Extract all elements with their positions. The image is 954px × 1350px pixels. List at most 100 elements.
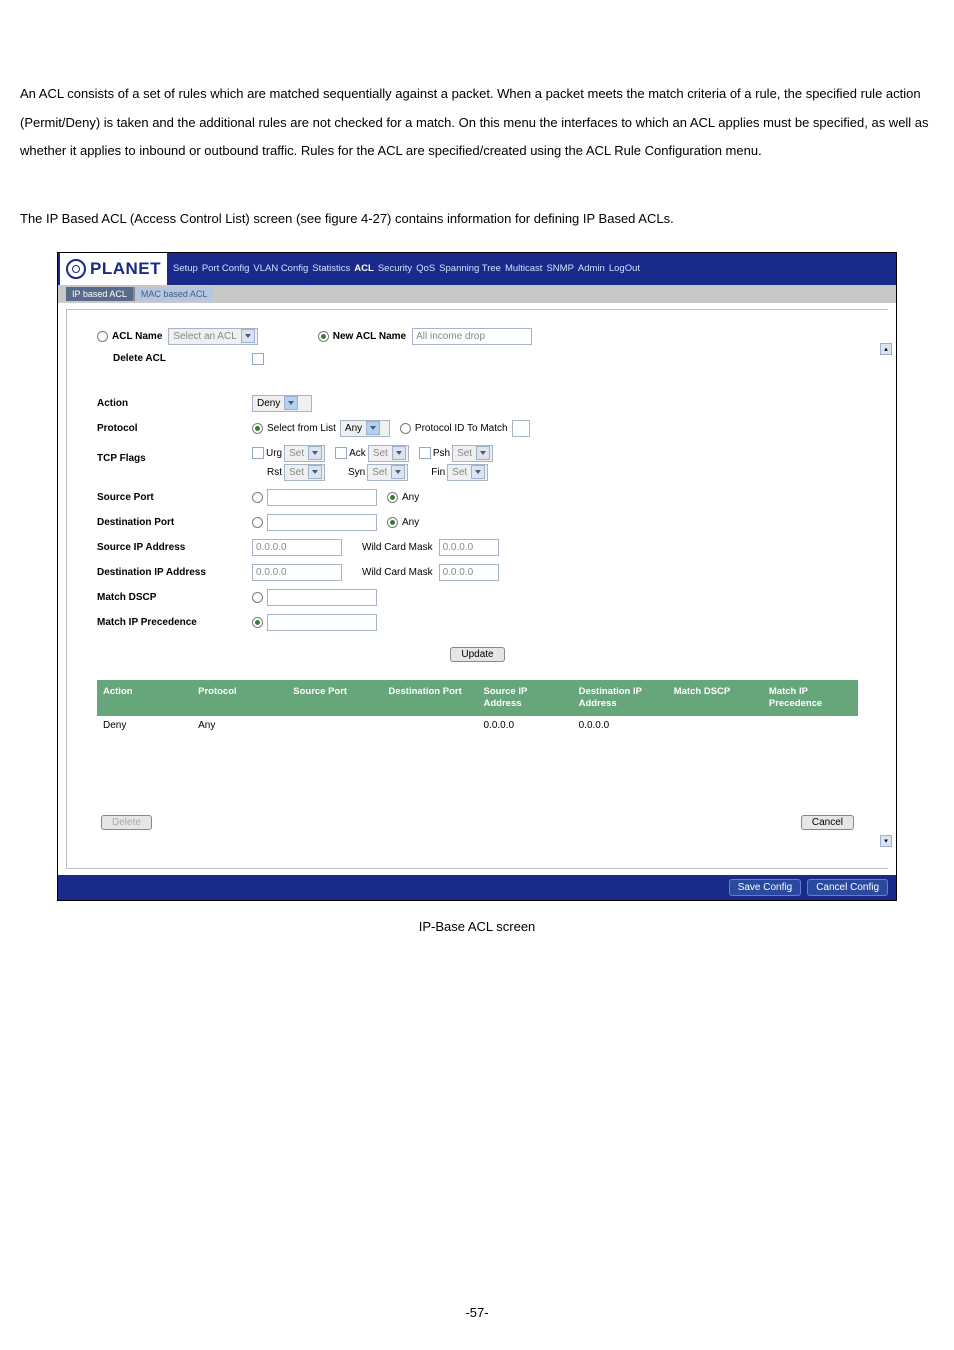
dstip-mask-input[interactable] xyxy=(439,564,499,581)
td-action: Deny xyxy=(97,716,192,735)
chevron-down-icon xyxy=(391,465,405,479)
srcport-input[interactable] xyxy=(267,489,377,506)
nav-multicast[interactable]: Multicast xyxy=(505,263,542,274)
th-protocol: Protocol xyxy=(192,684,287,713)
new-acl-radio[interactable] xyxy=(318,331,329,342)
protocol-id-radio[interactable] xyxy=(400,423,411,434)
tab-ip-acl[interactable]: IP based ACL xyxy=(66,287,133,301)
th-srcport: Source Port xyxy=(287,684,382,713)
nav-setup[interactable]: Setup xyxy=(173,263,198,274)
srcip-mask-input[interactable] xyxy=(439,539,499,556)
cancel-button[interactable]: Cancel xyxy=(801,815,854,830)
tcpflags-label: TCP Flags xyxy=(97,445,252,464)
logo-text: PLANET xyxy=(90,259,161,279)
fin-select[interactable]: Set xyxy=(447,464,488,481)
dscp-input[interactable] xyxy=(267,589,377,606)
th-dstip: Destination IP Address xyxy=(573,684,668,713)
footer-buttons: Save Config Cancel Config xyxy=(58,875,896,900)
delete-button[interactable]: Delete xyxy=(101,815,152,830)
tab-mac-acl[interactable]: MAC based ACL xyxy=(135,287,214,301)
dstport-any-radio[interactable] xyxy=(387,517,398,528)
nav-admin[interactable]: Admin xyxy=(578,263,605,274)
intro-paragraph: An ACL consists of a set of rules which … xyxy=(0,0,954,166)
main-nav: Setup Port Config VLAN Config Statistics… xyxy=(173,263,640,274)
protocol-label: Protocol xyxy=(97,423,252,434)
td-dscp xyxy=(668,716,763,735)
srcport-value-radio[interactable] xyxy=(252,492,263,503)
srcip-mask-label: Wild Card Mask xyxy=(362,542,433,553)
th-dstport: Destination Port xyxy=(382,684,477,713)
nav-statistics[interactable]: Statistics xyxy=(312,263,350,274)
chevron-down-icon xyxy=(392,446,406,460)
sub-intro: The IP Based ACL (Access Control List) s… xyxy=(0,166,954,242)
psh-checkbox[interactable] xyxy=(419,447,431,459)
srcip-input[interactable] xyxy=(252,539,342,556)
action-select[interactable]: Deny xyxy=(252,395,312,412)
delete-acl-label: Delete ACL xyxy=(97,353,252,364)
nav-snmp[interactable]: SNMP xyxy=(546,263,573,274)
nav-spanningtree[interactable]: Spanning Tree xyxy=(439,263,501,274)
chevron-down-icon xyxy=(308,465,322,479)
nav-acl[interactable]: ACL xyxy=(354,263,374,274)
dstip-input[interactable] xyxy=(252,564,342,581)
th-action: Action xyxy=(97,684,192,713)
nav-portconfig[interactable]: Port Config xyxy=(202,263,250,274)
content-area: ▴ ▾ ACL Name Select an ACL New ACL Name … xyxy=(58,303,896,875)
dscp-radio[interactable] xyxy=(252,592,263,603)
urg-checkbox[interactable] xyxy=(252,447,264,459)
nav-qos[interactable]: QoS xyxy=(416,263,435,274)
protocol-select[interactable]: Any xyxy=(340,420,390,437)
protocol-id-label: Protocol ID To Match xyxy=(415,423,508,434)
urg-select[interactable]: Set xyxy=(284,445,325,462)
acl-name-label: ACL Name xyxy=(112,331,162,342)
new-acl-label: New ACL Name xyxy=(333,331,406,342)
protocol-list-radio[interactable] xyxy=(252,423,263,434)
dstport-any-label: Any xyxy=(402,517,419,528)
dstport-label: Destination Port xyxy=(97,517,252,528)
action-label: Action xyxy=(97,398,252,409)
ack-checkbox[interactable] xyxy=(335,447,347,459)
td-prec xyxy=(763,716,858,735)
th-srcip: Source IP Address xyxy=(478,684,573,713)
th-ipprec: Match IP Precedence xyxy=(763,684,858,713)
dstip-mask-label: Wild Card Mask xyxy=(362,567,433,578)
globe-icon xyxy=(66,259,86,279)
ipprec-label: Match IP Precedence xyxy=(97,617,252,628)
psh-select[interactable]: Set xyxy=(452,445,493,462)
syn-select[interactable]: Set xyxy=(367,464,408,481)
update-button[interactable]: Update xyxy=(450,647,504,662)
td-srcip: 0.0.0.0 xyxy=(478,716,573,735)
acl-name-select[interactable]: Select an ACL xyxy=(168,328,257,345)
td-srcport xyxy=(287,716,382,735)
nav-logout[interactable]: LogOut xyxy=(609,263,640,274)
inner-panel: ACL Name Select an ACL New ACL Name Dele… xyxy=(66,309,888,869)
srcport-any-radio[interactable] xyxy=(387,492,398,503)
chevron-down-icon xyxy=(241,329,255,343)
logo: PLANET xyxy=(60,253,167,285)
nav-vlanconfig[interactable]: VLAN Config xyxy=(253,263,308,274)
chevron-down-icon xyxy=(471,465,485,479)
dstip-label: Destination IP Address xyxy=(97,567,252,578)
cancel-config-button[interactable]: Cancel Config xyxy=(807,879,888,896)
acl-name-radio[interactable] xyxy=(97,331,108,342)
ipprec-radio[interactable] xyxy=(252,617,263,628)
figure-caption: IP-Base ACL screen xyxy=(0,919,954,934)
page-number: -57- xyxy=(0,1305,954,1320)
ack-select[interactable]: Set xyxy=(368,445,409,462)
srcip-label: Source IP Address xyxy=(97,542,252,553)
delete-acl-checkbox[interactable] xyxy=(252,353,264,365)
chevron-down-icon xyxy=(308,446,322,460)
dstport-value-radio[interactable] xyxy=(252,517,263,528)
protocol-id-input[interactable] xyxy=(512,420,530,437)
srcport-any-label: Any xyxy=(402,492,419,503)
ipprec-input[interactable] xyxy=(267,614,377,631)
srcport-label: Source Port xyxy=(97,492,252,503)
nav-security[interactable]: Security xyxy=(378,263,412,274)
new-acl-input[interactable] xyxy=(412,328,532,345)
dstport-input[interactable] xyxy=(267,514,377,531)
save-config-button[interactable]: Save Config xyxy=(729,879,801,896)
rst-select[interactable]: Set xyxy=(284,464,325,481)
table-row[interactable]: Deny Any 0.0.0.0 0.0.0.0 xyxy=(97,716,858,735)
th-dscp: Match DSCP xyxy=(668,684,763,713)
td-dstport xyxy=(382,716,477,735)
